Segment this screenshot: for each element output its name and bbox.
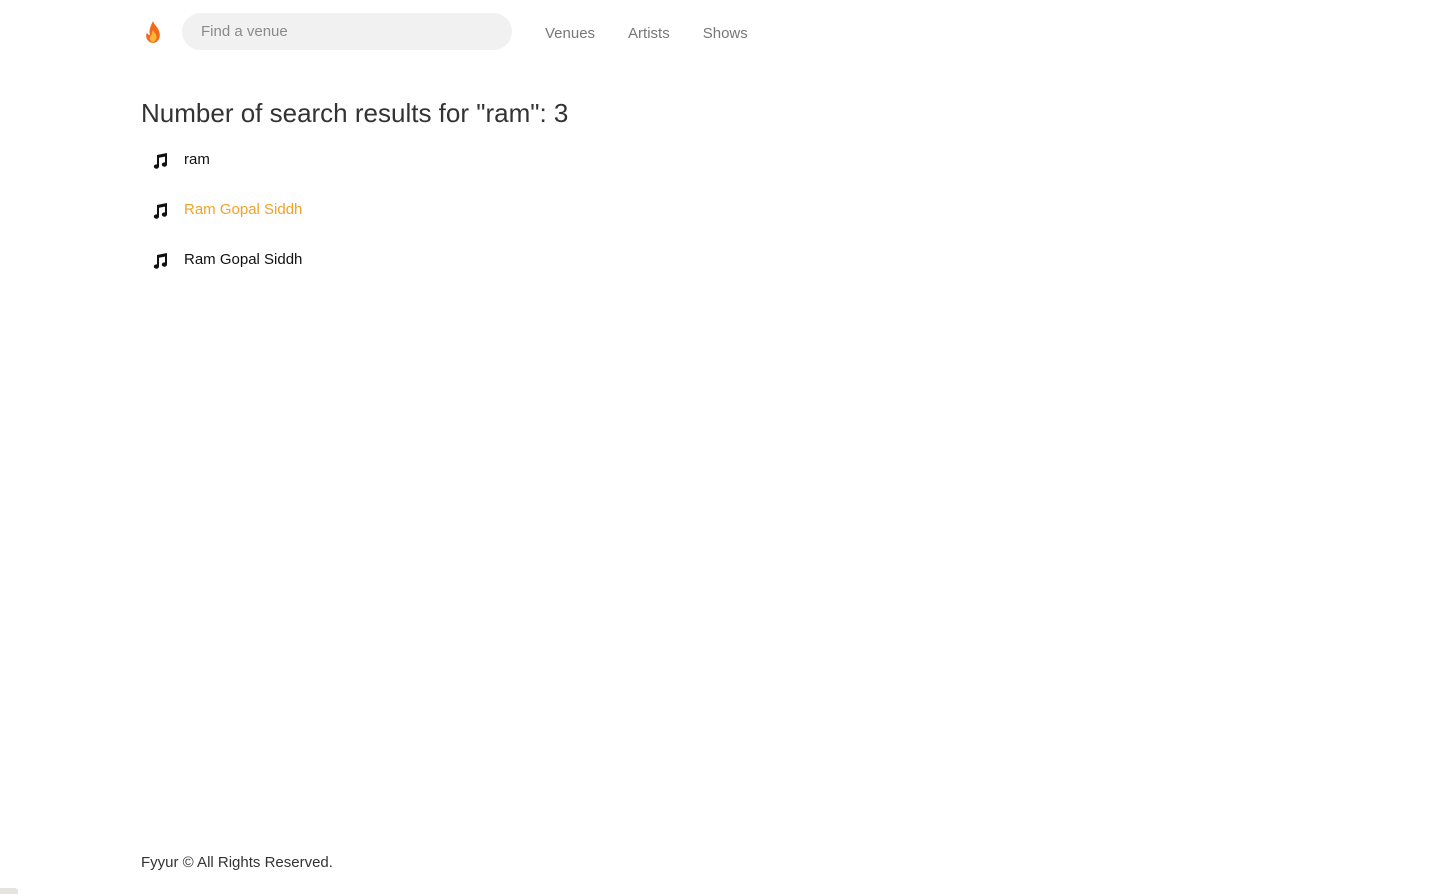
brand-logo-link[interactable]	[141, 19, 165, 45]
nav-link-artists[interactable]: Artists	[628, 21, 670, 42]
result-link[interactable]: ram	[184, 151, 210, 168]
nav-link-venues[interactable]: Venues	[545, 21, 595, 42]
scrollbar-corner	[0, 888, 18, 894]
navbar: Venues Artists Shows	[141, 13, 781, 50]
result-link[interactable]: Ram Gopal Siddh	[184, 251, 302, 268]
music-note-icon	[150, 251, 170, 271]
nav-links: Venues Artists Shows	[545, 13, 781, 50]
music-note-icon	[150, 201, 170, 221]
list-item: ram	[141, 146, 302, 172]
music-note-icon	[150, 151, 170, 171]
results-list: ram Ram Gopal Siddh Ram Gopal Siddh	[141, 146, 302, 296]
page: Venues Artists Shows Number of search re…	[0, 0, 1443, 894]
nav-link-shows[interactable]: Shows	[703, 21, 748, 42]
list-item: Ram Gopal Siddh	[141, 196, 302, 222]
list-item: Ram Gopal Siddh	[141, 246, 302, 272]
results-title: Number of search results for "ram": 3	[141, 98, 568, 129]
results-title-prefix: Number of search results for "ram":	[141, 98, 554, 128]
results-count: 3	[553, 98, 569, 128]
search-input[interactable]	[182, 13, 512, 50]
fire-icon	[146, 20, 160, 43]
footer: Fyyur © All Rights Reserved.	[141, 854, 333, 871]
result-link[interactable]: Ram Gopal Siddh	[184, 201, 302, 218]
